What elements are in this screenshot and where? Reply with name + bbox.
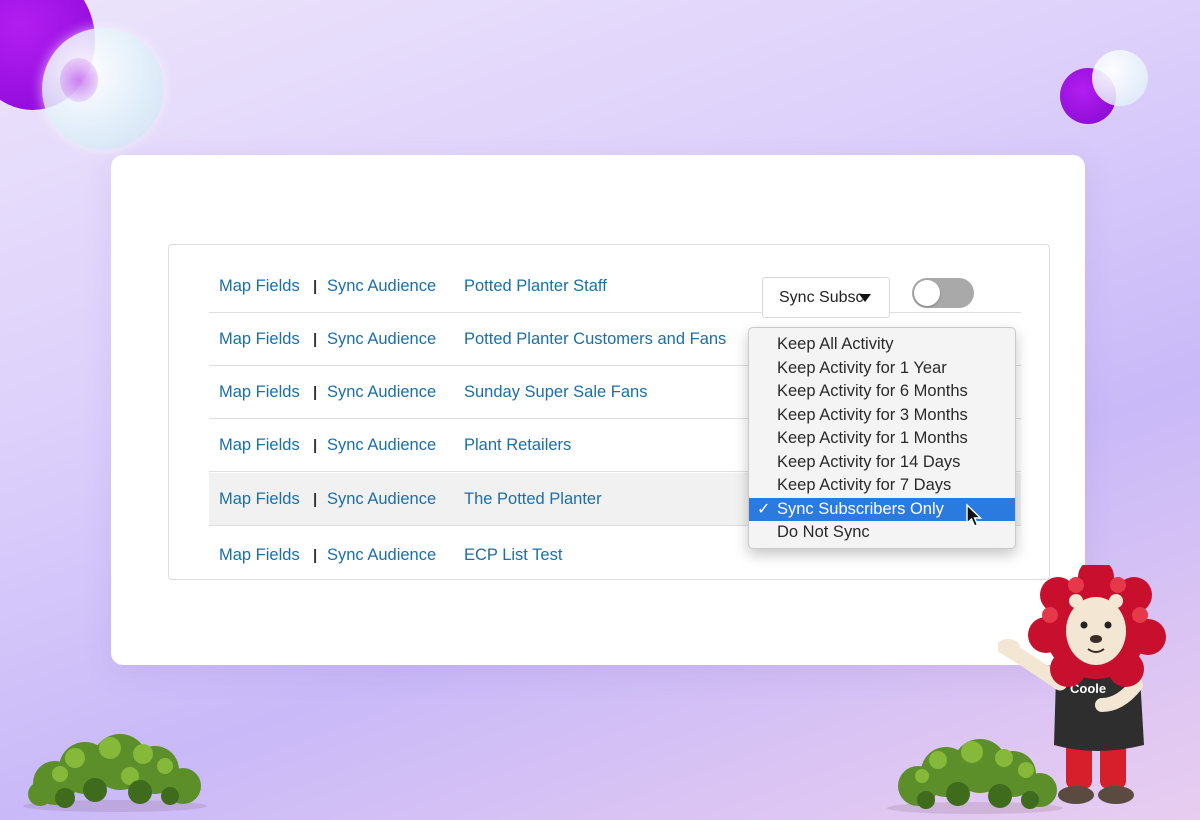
map-fields-link[interactable]: Map Fields xyxy=(219,313,300,365)
map-fields-link[interactable]: Map Fields xyxy=(219,529,300,579)
audience-name-link[interactable]: ECP List Test xyxy=(464,529,562,579)
toggle-knob xyxy=(914,280,940,306)
dropdown-option[interactable]: Keep Activity for 1 Months xyxy=(749,427,1015,451)
table-row: Map Fields | Sync Audience Potted Plante… xyxy=(209,260,1021,313)
dropdown-option[interactable]: Keep All Activity xyxy=(749,333,1015,357)
audience-name-link[interactable]: Plant Retailers xyxy=(464,419,571,471)
audience-name-link[interactable]: The Potted Planter xyxy=(464,473,602,525)
dropdown-option[interactable]: Keep Activity for 7 Days xyxy=(749,474,1015,498)
mouse-cursor-icon xyxy=(966,503,983,527)
sync-audience-link[interactable]: Sync Audience xyxy=(327,260,436,312)
sync-audience-link[interactable]: Sync Audience xyxy=(327,419,436,471)
link-separator: | xyxy=(313,383,318,401)
sync-audience-link[interactable]: Sync Audience xyxy=(327,366,436,418)
audience-name-link[interactable]: Potted Planter Customers and Fans xyxy=(464,313,726,365)
map-fields-link[interactable]: Map Fields xyxy=(219,260,300,312)
option-label: Keep Activity for 6 Months xyxy=(777,382,968,400)
map-fields-link[interactable]: Map Fields xyxy=(219,419,300,471)
checkmark-icon: ✓ xyxy=(757,500,771,518)
sync-audience-link[interactable]: Sync Audience xyxy=(327,473,436,525)
option-label: Sync Subscribers Only xyxy=(777,499,944,518)
lion-mascot: Coole xyxy=(998,565,1166,804)
sync-audience-link[interactable]: Sync Audience xyxy=(327,529,436,579)
audience-name-link[interactable]: Sunday Super Sale Fans xyxy=(464,366,647,418)
dropdown-option[interactable]: Keep Activity for 6 Months xyxy=(749,380,1015,404)
audience-name-link[interactable]: Potted Planter Staff xyxy=(464,260,607,312)
option-label: Do Not Sync xyxy=(777,523,870,541)
sync-mode-select[interactable]: Sync Subsc xyxy=(762,277,890,318)
link-separator: | xyxy=(313,330,318,348)
option-label: Keep Activity for 14 Days xyxy=(777,452,961,471)
decor-bubble-glass xyxy=(42,28,164,150)
dropdown-option[interactable]: Keep Activity for 1 Year xyxy=(749,357,1015,381)
sync-toggle[interactable] xyxy=(912,278,974,308)
caret-down-icon xyxy=(859,294,871,302)
option-label: Keep All Activity xyxy=(777,335,894,353)
link-separator: | xyxy=(313,436,318,454)
bush-plant-left xyxy=(23,734,207,812)
option-label: Keep Activity for 1 Year xyxy=(777,358,947,377)
option-label: Keep Activity for 3 Months xyxy=(777,405,968,424)
option-label: Keep Activity for 7 Days xyxy=(777,476,952,494)
decor-bubble-glass-small xyxy=(1092,50,1148,106)
link-separator: | xyxy=(313,277,318,295)
option-label: Keep Activity for 1 Months xyxy=(777,429,968,447)
map-fields-link[interactable]: Map Fields xyxy=(219,473,300,525)
sync-audience-link[interactable]: Sync Audience xyxy=(327,313,436,365)
dropdown-option[interactable]: Keep Activity for 3 Months xyxy=(749,404,1015,428)
dropdown-option[interactable]: Keep Activity for 14 Days xyxy=(749,451,1015,475)
link-separator: | xyxy=(313,546,318,564)
map-fields-link[interactable]: Map Fields xyxy=(219,366,300,418)
sync-mode-value: Sync Subsc xyxy=(779,288,864,306)
link-separator: | xyxy=(313,490,318,508)
screenshot-card: Map Fields | Sync Audience Potted Plante… xyxy=(111,155,1085,665)
